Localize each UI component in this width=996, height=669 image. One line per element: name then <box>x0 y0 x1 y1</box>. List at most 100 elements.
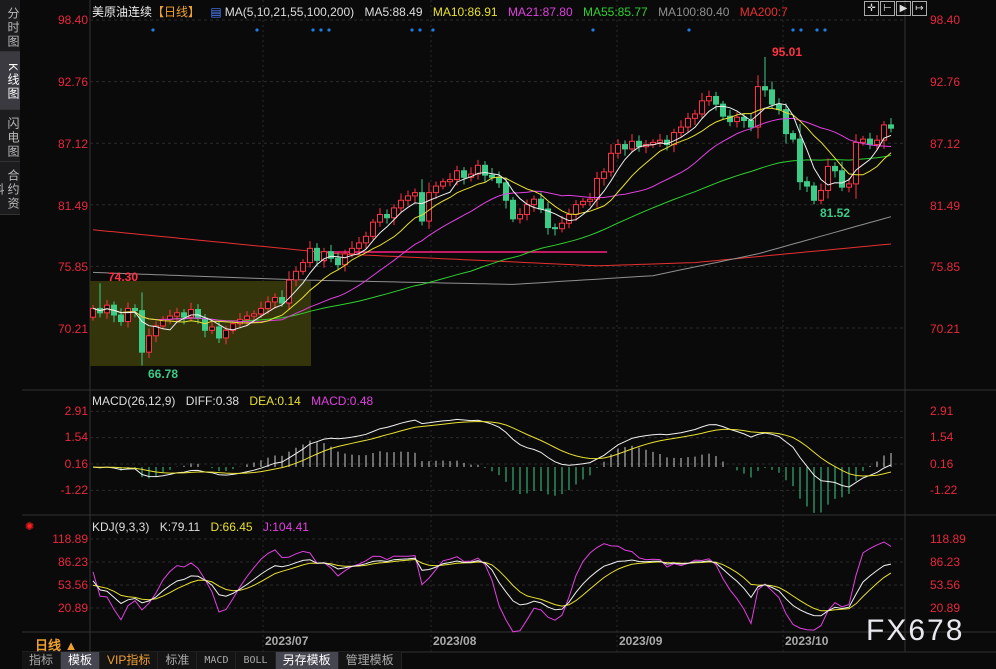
annotation-high-left: 74.30 <box>108 270 139 284</box>
kdj-d: D:66.45 <box>210 520 253 534</box>
signal-dot <box>410 28 414 32</box>
tab-manage-template[interactable]: 管理模板 <box>338 652 402 669</box>
ma100-value: MA100:80.40 <box>658 5 730 19</box>
candle-body <box>734 116 740 123</box>
candle-body <box>370 221 376 237</box>
instrument-title: 美原油连续 <box>92 5 153 19</box>
tab-boll[interactable]: BOLL <box>236 652 276 669</box>
candle-body <box>419 192 425 222</box>
tab-standard[interactable]: 标准 <box>158 652 198 669</box>
tab-vip-indicator[interactable]: VIP指标 <box>100 652 159 669</box>
candle-body <box>426 192 432 222</box>
candle-body <box>489 174 495 178</box>
indicator-settings-icon[interactable]: ✺ <box>25 520 34 533</box>
tab-indicator[interactable]: 指标 <box>22 652 62 669</box>
kdj-k-line <box>92 557 892 617</box>
tab-save-template[interactable]: 另存模板 <box>275 652 339 669</box>
signal-dot <box>791 28 795 32</box>
kdj-label-right: 86.23 <box>930 555 961 569</box>
kdj-title: KDJ(9,3,3) <box>92 520 150 534</box>
macd-label-right: 0.16 <box>930 457 954 471</box>
candle-body <box>636 140 642 148</box>
macd-label-right: 1.54 <box>930 430 954 444</box>
candle-body <box>412 192 418 197</box>
candle-body <box>181 312 187 318</box>
candle-body <box>804 181 810 187</box>
candle-body <box>776 103 782 111</box>
date-label: 2023/08 <box>433 634 477 648</box>
macd-label-left: 2.91 <box>64 404 88 418</box>
annotation-high-right: 95.01 <box>772 45 803 59</box>
macd-label-right: -1.22 <box>930 483 958 497</box>
macd-label-left: 0.16 <box>64 457 88 471</box>
candle-body <box>209 326 215 331</box>
candle-body <box>300 262 306 272</box>
candle-body <box>811 185 817 201</box>
annotation-low-right: 81.52 <box>820 206 851 220</box>
highlight-box <box>90 281 311 366</box>
chart-type-icon[interactable]: ▤ <box>210 5 221 19</box>
kdj-k: K:79.11 <box>159 520 201 534</box>
ma5-value: MA5:88.49 <box>364 5 423 19</box>
candle-body <box>433 185 439 194</box>
move-right-icon[interactable]: ↦ <box>912 1 927 16</box>
watermark-logo: FX678 <box>866 614 965 647</box>
kdj-label-right: 53.56 <box>930 578 961 592</box>
price-label-right: 98.40 <box>930 13 961 27</box>
kdj-label-left: 20.89 <box>57 601 88 615</box>
signal-dot <box>327 28 331 32</box>
candle-body <box>461 170 467 178</box>
candle-body <box>398 199 404 209</box>
candle-body <box>384 213 390 219</box>
zoom-range-icon[interactable]: ⊢ <box>880 1 895 16</box>
candle-body <box>559 222 565 230</box>
candle-body <box>615 144 621 154</box>
macd-title: MACD(26,12,9) <box>92 394 176 408</box>
price-label-left: 70.21 <box>57 322 88 336</box>
candle-body <box>251 313 257 317</box>
candle-body <box>447 179 453 183</box>
macd-label-left: 1.54 <box>64 430 88 444</box>
kdj-label-left: 118.89 <box>52 532 88 546</box>
macd-label-left: -1.22 <box>60 483 88 497</box>
tab-template[interactable]: 模板 <box>61 652 101 669</box>
candle-body <box>265 301 271 309</box>
kdj-label-left: 86.23 <box>57 555 88 569</box>
candle-body <box>678 126 684 134</box>
candle-body <box>118 314 124 323</box>
price-label-left: 92.76 <box>57 75 88 89</box>
candle-body <box>132 307 138 312</box>
signal-dot <box>255 28 259 32</box>
tab-macd[interactable]: MACD <box>197 652 237 669</box>
play-forward-icon[interactable]: ▶ <box>896 1 911 16</box>
candle-body <box>454 170 460 181</box>
candle-body <box>587 198 593 202</box>
chart-canvas[interactable] <box>0 0 996 669</box>
crosshair-icon[interactable]: ✛ <box>864 1 879 16</box>
candle-body <box>762 86 768 91</box>
signal-dot <box>311 28 315 32</box>
candle-body <box>699 100 705 115</box>
candle-body <box>349 247 355 255</box>
candle-body <box>377 213 383 223</box>
candle-body <box>244 315 250 320</box>
macd-diff-line <box>92 418 892 488</box>
ma100-line <box>92 216 892 285</box>
ma-params: MA(5,10,21,55,100,200) <box>224 5 355 19</box>
signal-dot <box>418 28 422 32</box>
date-label: 2023/07 <box>265 634 309 648</box>
candle-body <box>307 247 313 264</box>
candle-body <box>356 242 362 249</box>
price-label-right: 75.85 <box>930 260 961 274</box>
macd-label-right: 2.91 <box>930 404 954 418</box>
signal-dot <box>431 28 435 32</box>
signal-dot <box>151 28 155 32</box>
candle-body <box>692 113 698 119</box>
candle-body <box>657 139 663 143</box>
kdj-j: J:104.41 <box>262 520 309 534</box>
candle-body <box>195 309 201 319</box>
candle-body <box>342 253 348 266</box>
date-label: 2023/09 <box>619 634 663 648</box>
candle-body <box>769 89 775 105</box>
candle-body <box>517 213 523 220</box>
